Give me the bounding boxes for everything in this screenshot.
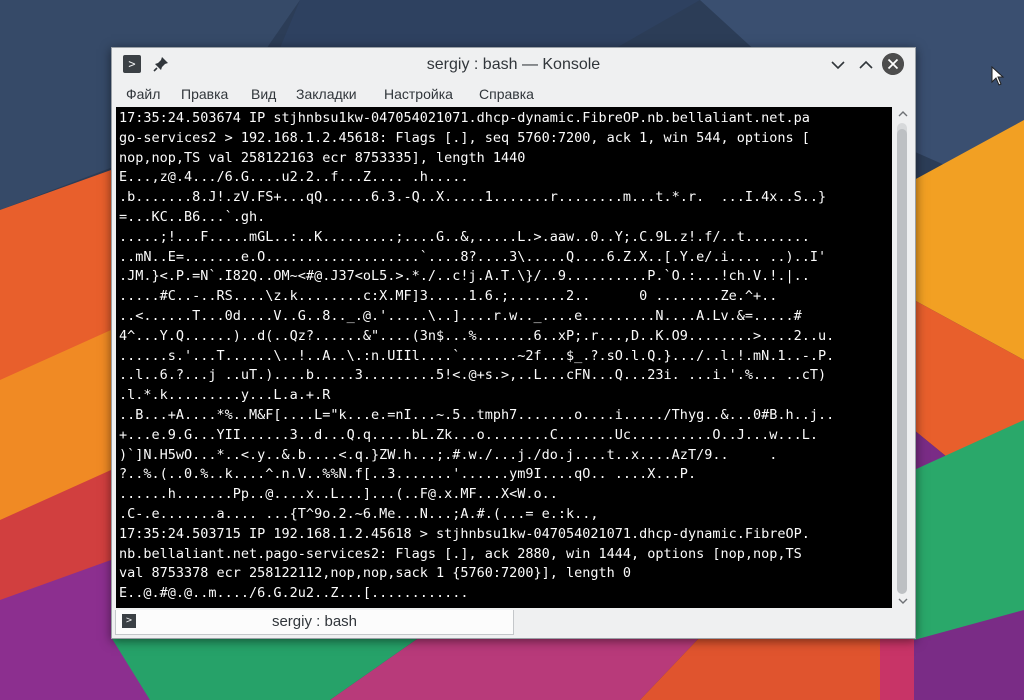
mouse-cursor-icon	[991, 66, 1005, 86]
terminal-line: .C-.e.......a.... ...{T^9o.2.~6.Me...N..…	[119, 505, 599, 522]
terminal-line: ..<......T...0d....V..G..8.._.@.'.....\.…	[119, 307, 802, 324]
terminal-output[interactable]: 17:35:24.503674 IP stjhnbsu1kw-047054021…	[116, 107, 892, 608]
scroll-up-icon[interactable]	[895, 107, 911, 121]
terminal-line: ..mN..E=.......e.O...................`..…	[119, 248, 827, 265]
menubar: Файл Правка Вид Закладки Настройка Справ…	[112, 81, 915, 107]
menu-view[interactable]: Вид	[249, 81, 278, 107]
terminal-line: ?..%.(..0.%..k....^.n.V..%%N.f[..3......…	[119, 466, 697, 483]
terminal-line: ..B...+A....*%..M&F[....L="k...e.=nI...~…	[119, 406, 835, 423]
menu-help[interactable]: Справка	[477, 81, 536, 107]
terminal-line: nb.bellaliant.net.pago-services2: Flags …	[119, 545, 802, 562]
tab-label: sergiy : bash	[271, 613, 358, 630]
terminal-line: .l.*.k.........y...L.a.+.R	[119, 387, 331, 404]
menu-edit[interactable]: Правка	[179, 81, 230, 107]
close-button[interactable]	[882, 53, 904, 75]
terminal-line: E..@.#@.@..m..../6.G.2u2..Z...[.........…	[119, 585, 469, 602]
tab-sergiy-bash[interactable]: sergiy : bash >	[115, 610, 514, 635]
terminal-line: =...KC..B6...`.gh.	[119, 208, 266, 225]
scrollbar-thumb[interactable]	[897, 129, 907, 594]
terminal-line: 17:35:24.503674 IP stjhnbsu1kw-047054021…	[119, 110, 810, 126]
terminal-line: 17:35:24.503715 IP 192.168.1.2.45618 > s…	[119, 525, 810, 542]
terminal-line: ......s.'...T......\..!..A..\.:n.UIIl...…	[119, 347, 835, 364]
minimize-button[interactable]	[827, 54, 849, 76]
terminal-line: .....;!...F.....mGL..:..K.........;....G…	[119, 228, 810, 245]
terminal-line: +...e.9.G...YII......3..d...Q.q.....bL.Z…	[119, 426, 818, 443]
terminal-app-icon[interactable]: >	[123, 55, 141, 73]
window-title: sergiy : bash — Konsole	[426, 56, 601, 73]
terminal-lines: 17:35:24.503674 IP stjhnbsu1kw-047054021…	[119, 109, 891, 604]
terminal-icon: >	[122, 614, 136, 628]
terminal-line: nop,nop,TS val 258122163 ecr 8753335], l…	[119, 149, 526, 166]
pin-icon[interactable]	[152, 55, 170, 73]
konsole-window: sergiy : bash — Konsole > Файл Правка Ви…	[111, 47, 916, 639]
terminal-line: ......h.......Pp..@....x..L...]...(..F@.…	[119, 486, 558, 503]
menu-file[interactable]: Файл	[124, 81, 162, 107]
titlebar: sergiy : bash — Konsole >	[112, 48, 915, 81]
terminal-line: ..l..6.?...j ..uT.)....b.....3.........5…	[119, 367, 827, 384]
terminal-line: val 8753378 ecr 258122112,nop,nop,sack 1…	[119, 565, 632, 582]
maximize-button[interactable]	[855, 54, 877, 76]
menu-settings[interactable]: Настройка	[382, 81, 455, 107]
terminal-line: .b.......8.J!.zV.FS+...qQ......6.3.-Q..X…	[119, 189, 827, 206]
terminal-line: go-services2 > 192.168.1.2.45618: Flags …	[119, 129, 810, 146]
terminal-line: 4^...Y.Q......)..d(..Qz?......&"....(3n$…	[119, 327, 835, 344]
terminal-line: .....#C..-..RS....\z.k........c:X.MF]3..…	[119, 288, 778, 305]
terminal-line: )`]N.H5wO...*..<.y..&.b....<.q.}ZW.h...;…	[119, 446, 778, 463]
tab-bar: sergiy : bash >	[112, 609, 915, 638]
terminal-line: .JM.}<.P.=N`.I82Q..OM~<#@.J37<oL5.>.*./.…	[119, 268, 810, 285]
terminal-line: E...,z@.4.../6.G....u2.2..f...Z.... .h..…	[119, 169, 469, 186]
menu-bookmarks[interactable]: Закладки	[294, 81, 359, 107]
scroll-down-icon[interactable]	[895, 594, 911, 608]
vertical-scrollbar[interactable]	[892, 107, 914, 608]
